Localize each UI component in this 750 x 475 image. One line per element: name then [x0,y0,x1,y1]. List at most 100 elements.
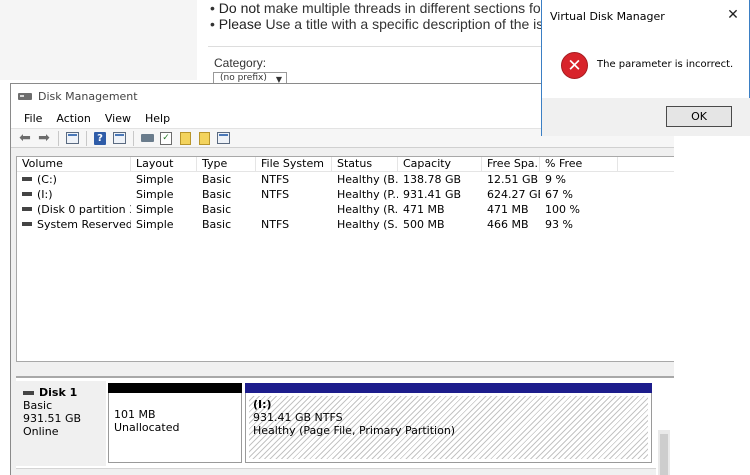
table-row[interactable]: (C:) Simple Basic NTFS Healthy (B... 138… [17,172,674,187]
checklist-icon: ✓ [160,131,172,145]
partition-name: (I:) [253,398,272,411]
volume-cell: (C:) [17,172,131,187]
free-space-cell: 12.51 GB [487,173,539,186]
rule-line-2: • Please Use a title with a specific des… [210,16,550,32]
type-cell: Basic [202,218,232,231]
menu-file[interactable]: File [17,112,49,125]
disk-size: 931.51 GB [23,412,82,425]
column-file-system[interactable]: File System [256,157,332,171]
volume-cell: System Reserved [17,217,131,232]
bullet: • [210,0,215,16]
toolbar-separator [58,130,59,146]
volume-icon [22,207,32,211]
toolbar-separator [86,130,87,146]
percent-free-cell: 67 % [545,188,573,201]
forward-arrow-icon[interactable]: ➡ [35,130,53,146]
disk-icon [23,390,34,395]
disk-type: Basic [23,399,53,412]
percent-free-cell: 100 % [545,203,580,216]
disk-map: Disk 1 Basic 931.51 GB Online 101 MB Una… [16,376,674,475]
console-tree-button[interactable] [63,130,81,146]
percent-free-cell: 93 % [545,218,573,231]
window-title: Disk Management [38,90,138,103]
scrollbar-thumb[interactable] [660,434,668,475]
column-percent-free[interactable]: % Free [540,157,618,171]
partition-i-body: (I:) 931.41 GB NTFS Healthy (Page File, … [249,396,648,459]
dialog-title: Virtual Disk Manager [550,10,665,23]
rule-line-1: • Do not make multiple threads in differ… [210,0,541,16]
status-cell: Healthy (R... [337,203,398,216]
unallocated-size: 101 MB [114,408,156,421]
window-icon [216,132,230,144]
primary-partition-bar [245,383,652,393]
rule-line-2-text: Use a title with a specific description … [261,16,551,32]
capacity-cell: 471 MB [403,203,445,216]
partition-status: Healthy (Page File, Primary Partition) [253,424,456,437]
properties-button[interactable] [110,130,128,146]
background-gutter [0,0,197,80]
free-space-cell: 624.27 GB [487,188,540,201]
type-cell: Basic [202,188,232,201]
volume-cell: (Disk 0 partition 3) [17,202,131,217]
virtual-disk-manager-dialog: Virtual Disk Manager ✕ ✕ The parameter i… [541,0,750,136]
connect-disk-button[interactable] [138,130,156,146]
file-system-cell: NTFS [261,173,290,186]
column-layout[interactable]: Layout [131,157,197,171]
volume-icon [22,177,32,181]
disk-icon [140,134,154,142]
table-row[interactable]: System Reserved Simple Basic NTFS Health… [17,217,674,232]
column-free-space[interactable]: Free Spa... [482,157,540,171]
dialog-footer: OK [542,98,750,136]
rule-line-1-text: make multiple threads in different secti… [260,0,541,16]
disk-1-info[interactable]: Disk 1 Basic 931.51 GB Online [16,381,106,466]
disk-management-window: Disk Management File Action View Help ⬅ … [10,83,674,475]
free-space-cell: 466 MB [487,218,529,231]
window-button[interactable] [214,130,232,146]
free-space-cell: 471 MB [487,203,529,216]
unallocated-partition[interactable]: 101 MB Unallocated [108,393,242,463]
volume-list-header: Volume Layout Type File System Status Ca… [17,157,674,172]
column-volume[interactable]: Volume [17,157,131,171]
partition-size: 931.41 GB NTFS [253,411,343,424]
help-button[interactable]: ? [91,130,109,146]
search-button[interactable] [195,130,213,146]
capacity-cell: 500 MB [403,218,445,231]
up-folder-button[interactable] [176,130,194,146]
checklist-button[interactable]: ✓ [157,130,175,146]
volume-list: Volume Layout Type File System Status Ca… [16,156,674,362]
column-status[interactable]: Status [332,157,398,171]
dialog-message: The parameter is incorrect. [597,59,734,70]
close-icon[interactable]: ✕ [724,6,742,24]
menu-help[interactable]: Help [138,112,177,125]
table-row[interactable]: (I:) Simple Basic NTFS Healthy (P... 931… [17,187,674,202]
layout-cell: Simple [136,203,174,216]
category-select-value: (no prefix) [220,73,267,83]
properties-icon [112,132,126,144]
status-cell: Healthy (S... [337,218,398,231]
column-type[interactable]: Type [197,157,256,171]
help-icon: ? [94,131,106,145]
disk-state: Online [23,425,59,438]
menu-action[interactable]: Action [49,112,97,125]
file-system-cell: NTFS [261,188,290,201]
ok-button[interactable]: OK [666,106,732,127]
file-system-cell: NTFS [261,218,290,231]
back-arrow-icon[interactable]: ⬅ [16,130,34,146]
status-cell: Healthy (B... [337,173,398,186]
layout-cell: Simple [136,173,174,186]
layout-cell: Simple [136,188,174,201]
unallocated-bar [108,383,242,393]
table-row[interactable]: (Disk 0 partition 3) Simple Basic Health… [17,202,674,217]
partition-i[interactable]: (I:) 931.41 GB NTFS Healthy (Page File, … [245,393,652,463]
disk-map-scrollbar[interactable] [658,430,670,475]
capacity-cell: 931.41 GB [403,188,462,201]
volume-name: (C:) [37,173,57,186]
disk-name: Disk 1 [23,386,106,399]
toolbar-separator [133,130,134,146]
column-capacity[interactable]: Capacity [398,157,482,171]
divider [208,46,548,47]
type-cell: Basic [202,203,232,216]
volume-icon [22,222,32,226]
menu-view[interactable]: View [98,112,138,125]
up-folder-icon [179,131,191,145]
